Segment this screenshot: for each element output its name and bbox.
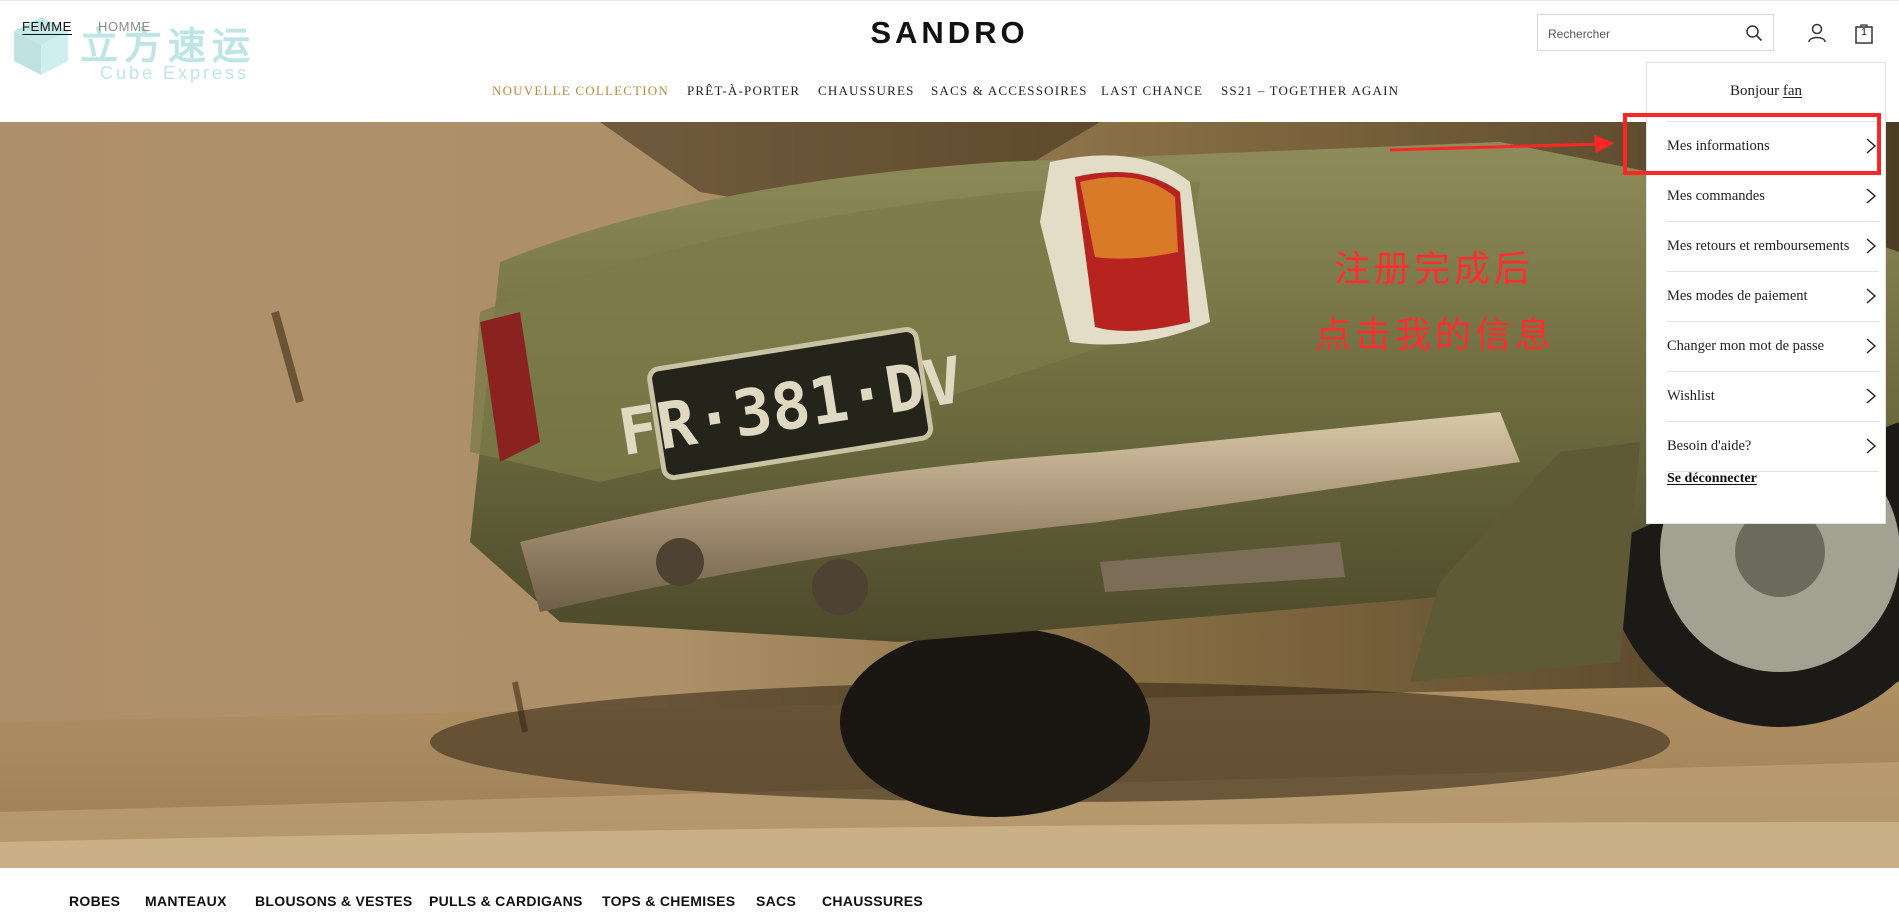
annotation-arrow-icon xyxy=(1389,135,1614,153)
menu-item-besoin-aide[interactable]: Besoin d'aide? xyxy=(1667,421,1879,470)
category-tops-chemises[interactable]: TOPS & CHEMISES xyxy=(602,893,735,909)
cart-count: 1 xyxy=(1861,27,1867,38)
nav-item-nouvelle-collection[interactable]: NOUVELLE COLLECTION xyxy=(492,83,669,99)
search-input[interactable] xyxy=(1546,23,1740,45)
annotation-line-2: 点击我的信息 xyxy=(1315,315,1556,356)
greeting-prefix: Bonjour xyxy=(1729,83,1780,99)
category-manteaux[interactable]: MANTEAUX xyxy=(145,893,227,909)
chevron-right-icon xyxy=(1866,438,1877,454)
page: 立方速运 Cube Express FEMME HOMME SANDRO 1 N… xyxy=(0,0,1899,915)
greeting-username[interactable]: fan xyxy=(1783,83,1802,99)
nav-item-sacs-accessoires[interactable]: SACS & ACCESSOIRES xyxy=(931,83,1088,99)
category-blousons-vestes[interactable]: BLOUSONS & VESTES xyxy=(255,893,413,909)
menu-item-wishlist[interactable]: Wishlist xyxy=(1667,371,1879,420)
hero-car-image: FR·381·DV xyxy=(0,122,1899,868)
annotation-line-1: 注册完成后 xyxy=(1334,249,1535,290)
nav-item-chaussures[interactable]: CHAUSSURES xyxy=(818,83,915,99)
menu-item-label: Wishlist xyxy=(1667,388,1715,404)
nav-item-last-chance[interactable]: LAST CHANCE xyxy=(1101,83,1203,99)
site-header: 立方速运 Cube Express FEMME HOMME SANDRO 1 N… xyxy=(0,0,1899,123)
hero-banner[interactable]: FR·381·DV xyxy=(0,122,1899,868)
menu-item-changer-mot-de-passe[interactable]: Changer mon mot de passe xyxy=(1667,321,1879,370)
annotation-highlight-box xyxy=(1623,113,1881,175)
logout-link[interactable]: Se déconnecter xyxy=(1667,471,1757,487)
chevron-right-icon xyxy=(1866,288,1877,304)
main-nav: NOUVELLE COLLECTION PRÊT-À-PORTER CHAUSS… xyxy=(0,83,1899,103)
menu-item-label: Mes modes de paiement xyxy=(1667,288,1808,304)
user-account-icon[interactable] xyxy=(1806,22,1828,44)
menu-item-modes-paiement[interactable]: Mes modes de paiement xyxy=(1667,271,1879,320)
category-bar: ROBES MANTEAUX BLOUSONS & VESTES PULLS &… xyxy=(0,868,1899,915)
menu-item-label: Changer mon mot de passe xyxy=(1667,338,1825,354)
category-robes[interactable]: ROBES xyxy=(69,893,120,909)
menu-item-label: Mes retours et remboursements xyxy=(1667,238,1850,254)
menu-item-mes-commandes[interactable]: Mes commandes xyxy=(1667,171,1879,220)
menu-item-label: Besoin d'aide? xyxy=(1667,438,1752,454)
nav-item-ss21[interactable]: SS21 – TOGETHER AGAIN xyxy=(1221,83,1399,99)
menu-item-mes-retours[interactable]: Mes retours et remboursements xyxy=(1667,221,1879,270)
chevron-right-icon xyxy=(1866,238,1877,254)
category-pulls-cardigans[interactable]: PULLS & CARDIGANS xyxy=(429,893,583,909)
nav-item-pret-a-porter[interactable]: PRÊT-À-PORTER xyxy=(687,83,800,99)
watermark-en-text: Cube Express xyxy=(100,63,250,83)
menu-item-label: Mes commandes xyxy=(1667,188,1765,204)
chevron-right-icon xyxy=(1866,388,1877,404)
search-box xyxy=(1537,14,1774,51)
chevron-right-icon xyxy=(1866,188,1877,204)
category-sacs[interactable]: SACS xyxy=(756,893,796,909)
category-chaussures[interactable]: CHAUSSURES xyxy=(822,893,923,909)
search-icon[interactable] xyxy=(1745,24,1763,42)
chevron-right-icon xyxy=(1866,338,1877,354)
account-greeting: Bonjour fan xyxy=(1647,83,1885,100)
